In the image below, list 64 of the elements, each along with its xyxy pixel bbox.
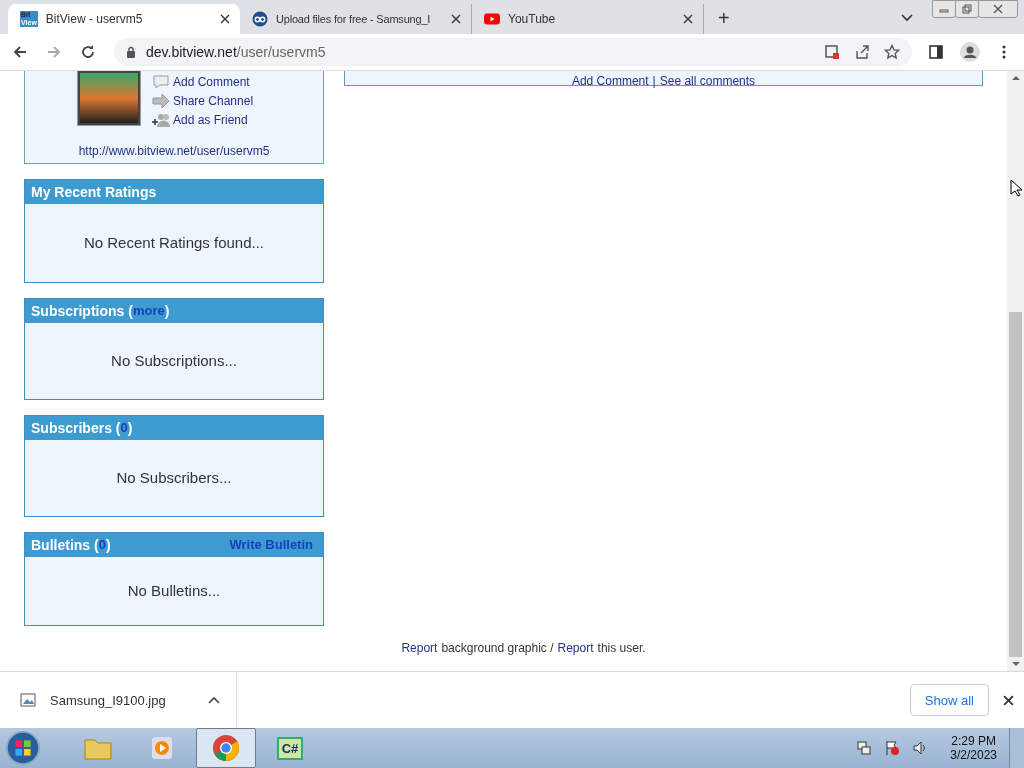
close-window-button[interactable] — [978, 0, 1018, 18]
photo-placeholder — [78, 70, 140, 125]
see-comments-link[interactable]: See all comments — [659, 76, 756, 85]
profile-icon[interactable] — [960, 41, 980, 62]
clock-time: 2:29 PM — [951, 734, 996, 748]
report-link[interactable]: Report — [557, 640, 594, 655]
footer-text: background graphic / — [441, 640, 554, 655]
lock-icon — [126, 45, 136, 58]
arrow-icon — [152, 92, 170, 109]
scrollbar[interactable] — [1007, 70, 1024, 672]
section-title: Subscribers ( — [31, 419, 121, 436]
blocked-popup-icon[interactable] — [824, 43, 840, 60]
report-link[interactable]: Report — [401, 640, 438, 655]
network-icon[interactable] — [856, 740, 873, 756]
closing-paren: ) — [164, 302, 170, 319]
close-icon[interactable] — [683, 13, 693, 24]
restore-icon — [962, 4, 972, 14]
clock-date: 3/2/2023 — [950, 748, 997, 762]
flag-icon[interactable] — [884, 740, 901, 756]
image-file-icon — [20, 693, 36, 708]
profile-link[interactable]: Add as Friend — [173, 112, 248, 127]
close-icon[interactable] — [451, 13, 461, 24]
close-icon[interactable] — [1003, 694, 1014, 706]
empty-message: No Bulletins... — [127, 582, 221, 600]
section-title: Bulletins ( — [31, 536, 99, 553]
closing-paren: ) — [127, 419, 133, 436]
cloud-icon — [252, 10, 268, 27]
channel-url-link[interactable]: http://www.bitview.net/user/uservm5 — [78, 143, 270, 158]
empty-message: No Subscriptions... — [111, 352, 237, 370]
back-icon[interactable] — [12, 43, 28, 60]
taskbar-app[interactable]: C# — [260, 728, 320, 768]
start-button[interactable] — [4, 729, 42, 767]
scroll-up-icon[interactable] — [1011, 74, 1020, 81]
star-icon[interactable] — [884, 43, 900, 60]
close-icon[interactable] — [220, 13, 230, 24]
speech-bubble-icon — [152, 73, 170, 90]
section-title: My Recent Ratings — [31, 183, 157, 200]
empty-message: No Recent Ratings found... — [83, 234, 265, 252]
profile-link[interactable]: Share Channel — [173, 93, 254, 108]
side-panel-icon[interactable] — [928, 43, 944, 60]
add-comment-link[interactable]: Add Comment — [571, 76, 649, 85]
csharp-icon: C# — [276, 736, 304, 760]
taskbar-app[interactable] — [196, 728, 256, 768]
chevron-up-icon[interactable] — [208, 696, 220, 705]
show-all-button[interactable]: Show all — [909, 684, 989, 717]
scroll-down-icon[interactable] — [1011, 661, 1020, 668]
browser-icon — [211, 734, 241, 762]
profile-link[interactable]: Add Comment — [173, 74, 250, 89]
section-title: Subscriptions ( — [31, 302, 133, 319]
footer-text: this user. — [597, 640, 646, 655]
address-field[interactable]: dev.bitview.net/user/uservm5 — [114, 37, 912, 66]
reload-icon[interactable] — [80, 43, 96, 60]
share-icon[interactable] — [854, 43, 870, 60]
browser-tab[interactable]: YouTube — [472, 3, 704, 34]
people-icon — [152, 111, 170, 128]
closing-paren: ) — [105, 536, 111, 553]
restore-button[interactable] — [955, 0, 979, 18]
new-tab-button[interactable]: + — [704, 6, 744, 34]
browser-tab[interactable]: Upload files for free - Samsung_I — [240, 3, 472, 34]
close-icon — [993, 4, 1003, 14]
chevron-down-icon[interactable] — [901, 13, 913, 22]
clock[interactable]: 2:29 PM 3/2/2023 — [950, 734, 997, 762]
mouse-cursor-icon — [1010, 178, 1022, 197]
empty-message: No Subscribers... — [116, 469, 232, 487]
